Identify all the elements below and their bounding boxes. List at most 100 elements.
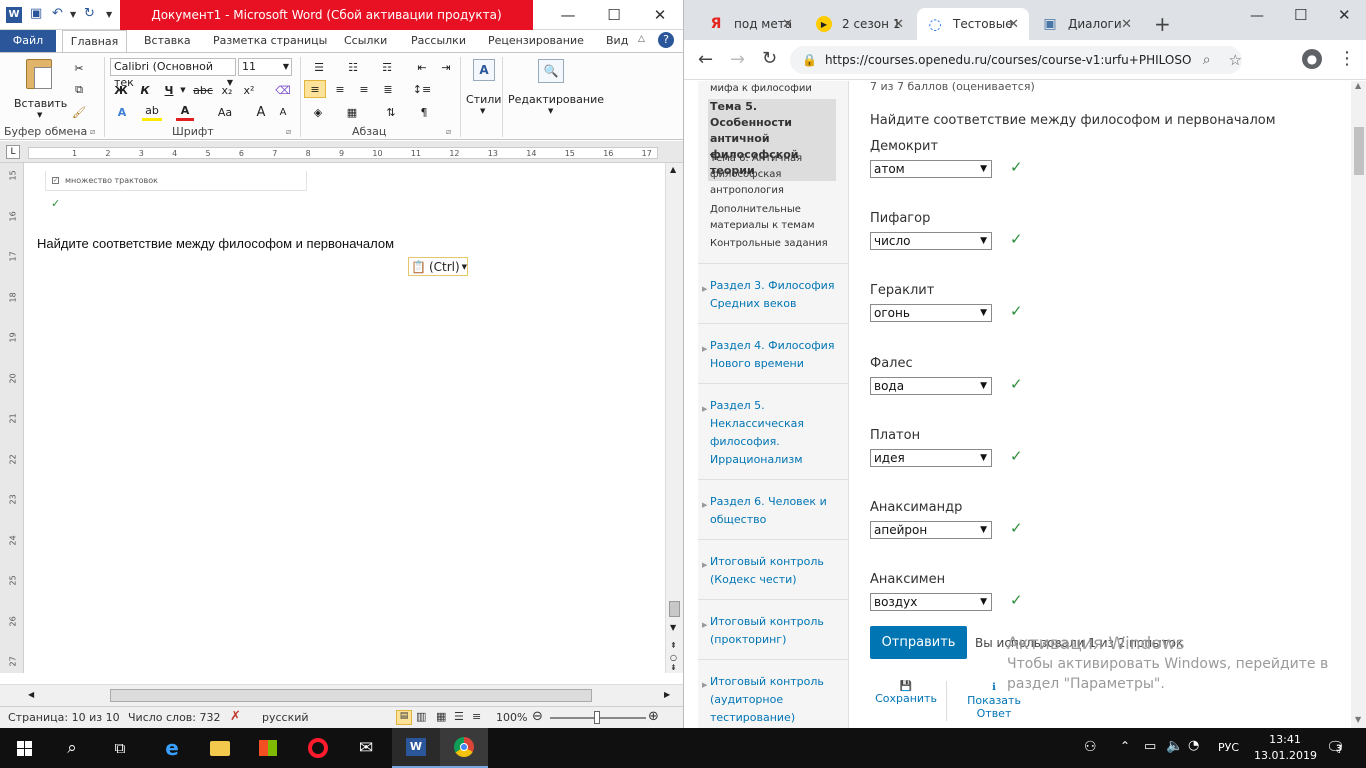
scroll-up-icon[interactable]: ▲ [670,165,676,174]
word-taskbar-button[interactable]: W [392,728,440,768]
font-launcher-icon[interactable]: ⧄ [286,127,291,137]
page-scroll-thumb[interactable] [1354,127,1364,175]
browser-tab-yandex[interactable]: Я под мета ✕ [698,8,803,40]
answer-select[interactable]: атом ▼ [870,160,992,178]
answer-select[interactable]: огонь ▼ [870,304,992,323]
browser-tab-video[interactable]: ▶ 2 сезон 1 ✕ [806,8,914,40]
paragraph-launcher-icon[interactable]: ⧄ [446,127,451,137]
scroll-right-icon[interactable]: ▶ [664,690,670,699]
document-page[interactable]: ✓ множество трактовок ✓ Найдите соответс… [25,163,665,671]
underline-dropdown-icon[interactable]: ▼ [179,81,187,99]
undo-dropdown-icon[interactable]: ▼ [70,10,76,19]
reload-icon[interactable]: ↻ [762,48,777,69]
paste-button[interactable]: Вставить ▼ [10,57,67,119]
clear-formatting-icon[interactable]: ⌫ [274,81,292,99]
clock[interactable]: 13:41 13.01.2019 [1254,732,1317,764]
editing-button[interactable]: 🔍 Редактирование ▼ [506,57,604,117]
underline-button[interactable]: Ч [160,81,178,99]
wifi-icon[interactable]: ◔ [1188,738,1199,753]
minimize-button[interactable]: — [545,0,591,30]
proofing-icon[interactable]: ✗ [230,709,241,724]
strikethrough-button[interactable]: abc [192,81,214,99]
align-left-button[interactable]: ≡ [304,80,326,98]
answer-select[interactable]: апейрон ▼ [870,521,992,539]
opera-button[interactable] [294,728,342,768]
copy-icon[interactable]: ⧉ [70,81,88,99]
font-name-combo[interactable]: Calibri (Основной тек ▼ [110,58,236,89]
save-button[interactable]: 💾 Сохранить [870,681,942,705]
increase-indent-icon[interactable]: ⇥ [436,58,456,76]
back-icon[interactable]: ← [698,49,713,70]
browse-object-icon[interactable]: ○ [670,653,677,662]
menu-icon[interactable]: ⋮ [1338,48,1356,69]
zoom-slider-thumb[interactable] [594,711,600,724]
explorer-button[interactable] [196,728,244,768]
bullets-icon[interactable]: ☰ [306,58,332,76]
show-formatting-button[interactable]: ¶ [414,103,434,121]
new-tab-icon[interactable]: + [1154,12,1171,36]
nav-section[interactable]: ▶ Итоговый контроль (Кодекс чести) [698,539,849,599]
h-scroll-thumb[interactable] [110,689,592,702]
cut-icon[interactable]: ✂ [70,59,88,77]
multilevel-list-icon[interactable]: ☶ [374,58,400,76]
address-bar[interactable]: 🔒 https://courses.openedu.ru/courses/cou… [790,46,1242,74]
people-icon[interactable]: ⚇ [1084,739,1097,755]
document-vertical-scrollbar[interactable]: ▲ ▼ ⇞ ○ ⇟ [665,163,683,673]
nav-section[interactable]: ▶ Раздел 5. Неклассическая философия. Ирр… [698,383,849,479]
nav-section[interactable]: ▶ Раздел 3. Философия Средних веков [698,263,849,323]
chrome-taskbar-button[interactable] [440,728,488,768]
view-web-icon[interactable]: ▦ [436,710,446,723]
page-scroll-up-icon[interactable]: ▲ [1355,81,1361,90]
close-button[interactable]: ✕ [637,0,683,30]
nav-section[interactable]: ▶ Итоговый контроль (аудиторное тестирова… [698,659,849,728]
bold-button[interactable]: Ж [112,81,130,99]
task-view-button[interactable]: ⧉ [96,728,144,768]
mail-button[interactable]: ✉ [342,728,390,768]
start-button[interactable] [0,728,48,768]
nav-subitem[interactable]: Дополнительные материалы к темам [710,202,840,234]
bookmark-star-icon[interactable]: ☆ [1229,51,1242,69]
redo-icon[interactable]: ↻ [84,6,95,21]
document-horizontal-scrollbar[interactable]: ◀ ▶ [0,684,683,706]
show-hidden-icons[interactable]: ⌃ [1120,739,1130,753]
answer-select[interactable]: число ▼ [870,232,992,251]
maximize-button[interactable]: ☐ [591,0,637,30]
forward-icon[interactable]: → [730,49,745,70]
edge-button[interactable]: e [148,728,196,768]
tab-home[interactable]: Главная [62,30,127,52]
save-icon[interactable]: ▣ [30,6,42,21]
justify-icon[interactable]: ≣ [378,80,398,98]
answer-select[interactable]: вода ▼ [870,376,992,395]
nav-subitem[interactable]: Тема 6. Античная философская антропологи… [710,151,840,199]
numbering-icon[interactable]: ☷ [340,58,366,76]
account-icon[interactable]: ● [1302,49,1322,69]
tab-selector[interactable]: L [6,145,20,159]
chrome-close-icon[interactable]: ✕ [1338,6,1351,24]
subscript-icon[interactable]: x₂ [218,81,236,99]
scroll-thumb[interactable] [669,601,680,617]
page-scroll-down-icon[interactable]: ▼ [1355,715,1361,724]
tab-file[interactable]: Файл [0,30,56,52]
horizontal-ruler[interactable]: L 1 2 3 4 5 6 7 8 9 10 11 12 13 14 15 16 17 [0,141,683,163]
chrome-minimize-icon[interactable]: — [1250,8,1264,24]
align-right-icon[interactable]: ≡ [354,80,374,98]
zoom-out-icon[interactable]: ⊖ [532,709,543,724]
superscript-icon[interactable]: x² [240,81,258,99]
ribbon-collapse-icon[interactable]: △ [638,34,645,44]
close-tab-icon[interactable]: ✕ [893,17,904,32]
tab-mailings[interactable]: Рассылки [411,30,466,52]
action-center-button[interactable]: 🗨 3 [1322,736,1350,760]
page-scrollbar[interactable]: ▲ ▼ [1351,81,1366,728]
font-color-icon[interactable]: A [176,103,194,121]
view-reading-icon[interactable]: ▥ [416,710,426,723]
grow-font-button[interactable]: A [252,103,270,121]
answer-select[interactable]: идея ▼ [870,448,992,467]
borders-icon[interactable]: ▦ [340,103,364,121]
nav-subitem[interactable]: мифа к философии [710,81,840,97]
zoom-icon[interactable]: ⌕ [1203,52,1211,68]
close-tab-icon[interactable]: ✕ [1121,17,1132,32]
nav-section[interactable]: ▶ Итоговый контроль (прокторинг) [698,599,849,659]
nav-section[interactable]: ▶ Раздел 6. Человек и общество [698,479,849,539]
tab-layout[interactable]: Разметка страницы [213,30,327,52]
input-language[interactable]: РУС [1218,741,1239,754]
